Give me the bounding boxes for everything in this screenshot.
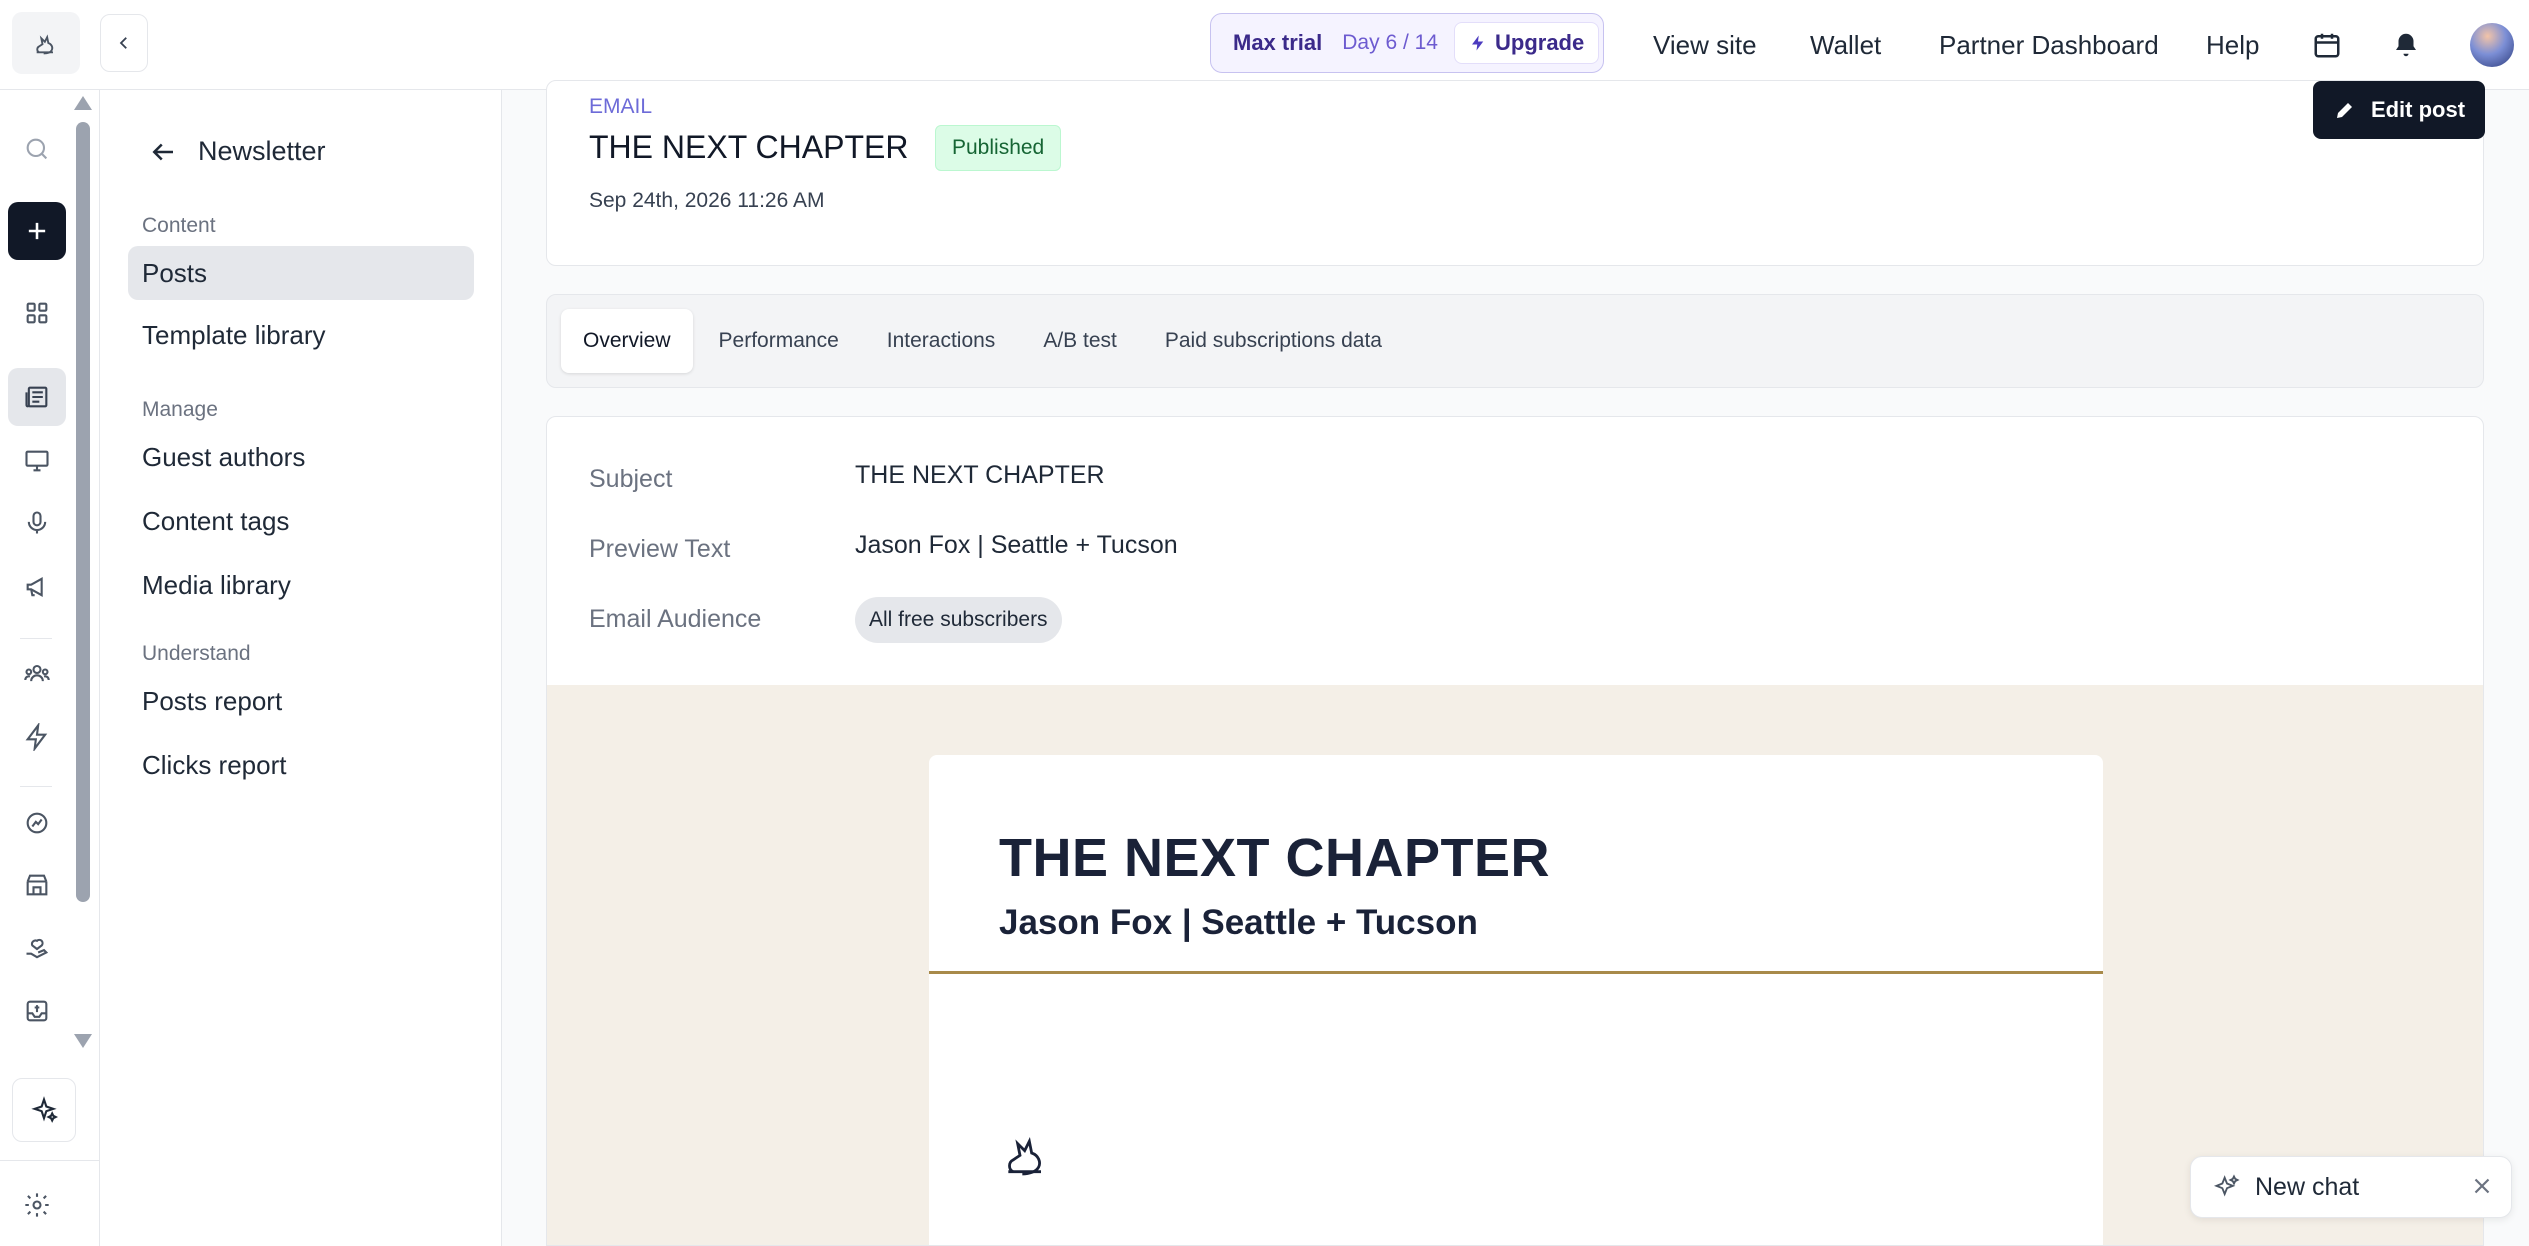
back-to-newsletter[interactable]: Newsletter [148, 136, 326, 167]
top-bar: Max trial Day 6 / 14 Upgrade View site W… [0, 0, 2529, 90]
section-understand: Understand [142, 642, 251, 665]
newsletter-icon[interactable] [8, 368, 66, 426]
subnav-title: Newsletter [198, 136, 326, 166]
post-date: Sep 24th, 2026 11:26 AM [589, 189, 825, 212]
nav-item-posts-report[interactable]: Posts report [128, 674, 474, 728]
shop-store-icon[interactable] [8, 856, 66, 914]
nav-item-media-library[interactable]: Media library [128, 558, 474, 612]
nav-item-content-tags[interactable]: Content tags [128, 494, 474, 548]
bell-icon[interactable] [2386, 25, 2426, 65]
chevron-left-icon [119, 37, 127, 49]
nav-item-template-library[interactable]: Template library [128, 308, 474, 362]
email-audience-pill: All free subscribers [855, 597, 1062, 643]
sparkle-icon [31, 1096, 58, 1123]
rail-scroll-down-icon[interactable] [74, 1034, 92, 1048]
nav-item-clicks-report[interactable]: Clicks report [128, 738, 474, 792]
fox-emblem-icon [999, 1125, 1055, 1186]
trial-label: Max trial [1233, 30, 1323, 55]
new-chat-widget[interactable]: New chat [2190, 1156, 2512, 1218]
search-icon[interactable] [8, 120, 66, 178]
plus-icon [28, 222, 46, 240]
preview-text-value: Jason Fox | Seattle + Tucson [855, 531, 1178, 559]
section-manage: Manage [142, 398, 218, 421]
rail-scroll-up-icon[interactable] [74, 96, 92, 110]
ai-sparkle-button[interactable] [12, 1078, 76, 1142]
email-heading: THE NEXT CHAPTER [999, 828, 1551, 888]
main-content: EMAIL THE NEXT CHAPTER Published Sep 24t… [502, 80, 2529, 1246]
automation-lightning-icon[interactable] [8, 708, 66, 766]
tab-performance[interactable]: Performance [697, 309, 861, 373]
edit-post-button[interactable]: Edit post [2313, 81, 2485, 139]
trial-day: Day 6 / 14 [1342, 31, 1438, 54]
wallet-link[interactable]: Wallet [1810, 0, 1881, 90]
newsletter-subnav: Newsletter Content Posts Template librar… [100, 90, 502, 1246]
email-preview-card: THE NEXT CHAPTER Jason Fox | Seattle + T… [929, 755, 2103, 1245]
subject-label: Subject [589, 465, 673, 493]
website-monitor-icon[interactable] [8, 432, 66, 490]
rail-scrollbar[interactable] [76, 122, 90, 902]
audience-users-icon[interactable] [8, 644, 66, 702]
nav-item-posts[interactable]: Posts [128, 246, 474, 300]
growth-tools-icon[interactable] [8, 794, 66, 852]
pencil-icon [2336, 103, 2352, 118]
tab-ab-test[interactable]: A/B test [1021, 309, 1139, 373]
post-tabs: Overview Performance Interactions A/B te… [546, 294, 2484, 388]
close-icon[interactable] [2469, 1173, 2495, 1204]
arrow-left-icon [152, 143, 173, 160]
subject-value: THE NEXT CHAPTER [855, 461, 1105, 489]
app-logo[interactable] [12, 12, 80, 74]
view-site-link[interactable]: View site [1653, 0, 1757, 90]
megaphone-icon[interactable] [8, 558, 66, 616]
settings-gear-icon[interactable] [8, 1176, 66, 1234]
dashboard-grid-icon[interactable] [8, 284, 66, 342]
sponsorships-hand-icon[interactable] [8, 920, 66, 978]
email-subheading: Jason Fox | Seattle + Tucson [999, 903, 1478, 942]
post-header: EMAIL THE NEXT CHAPTER Published Sep 24t… [546, 80, 2485, 266]
calendar-icon[interactable] [2307, 25, 2347, 65]
create-button[interactable] [8, 202, 66, 260]
icon-rail [0, 90, 100, 1246]
partner-dashboard-link[interactable]: Partner Dashboard [1939, 0, 2159, 90]
lightning-icon [1472, 35, 1484, 51]
monetize-inbox-icon[interactable] [8, 982, 66, 1040]
help-link[interactable]: Help [2206, 0, 2259, 90]
upgrade-label: Upgrade [1495, 30, 1585, 55]
trial-banner: Max trial Day 6 / 14 Upgrade [1210, 13, 1604, 73]
fox-logo-icon [36, 34, 54, 55]
email-audience-label: Email Audience [589, 605, 762, 633]
tab-overview[interactable]: Overview [561, 309, 693, 373]
section-content: Content [142, 214, 216, 237]
podcast-microphone-icon[interactable] [8, 494, 66, 552]
post-details: Subject THE NEXT CHAPTER Preview Text Ja… [546, 416, 2484, 1246]
new-chat-label: New chat [2255, 1172, 2360, 1201]
tab-interactions[interactable]: Interactions [865, 309, 1018, 373]
sparkle-icon [2213, 1174, 2240, 1197]
collapse-sidebar-button[interactable] [100, 14, 148, 72]
user-avatar[interactable] [2470, 23, 2514, 67]
tab-paid-subscriptions-data[interactable]: Paid subscriptions data [1143, 309, 1404, 373]
post-type-label: EMAIL [589, 95, 653, 118]
preview-text-label: Preview Text [589, 535, 731, 563]
edit-post-label: Edit post [2370, 97, 2466, 122]
post-title: THE NEXT CHAPTER [589, 129, 909, 165]
nav-item-guest-authors[interactable]: Guest authors [128, 430, 474, 484]
email-divider [929, 971, 2103, 974]
status-badge: Published [935, 125, 1062, 171]
upgrade-button[interactable]: Upgrade [1454, 22, 1600, 64]
